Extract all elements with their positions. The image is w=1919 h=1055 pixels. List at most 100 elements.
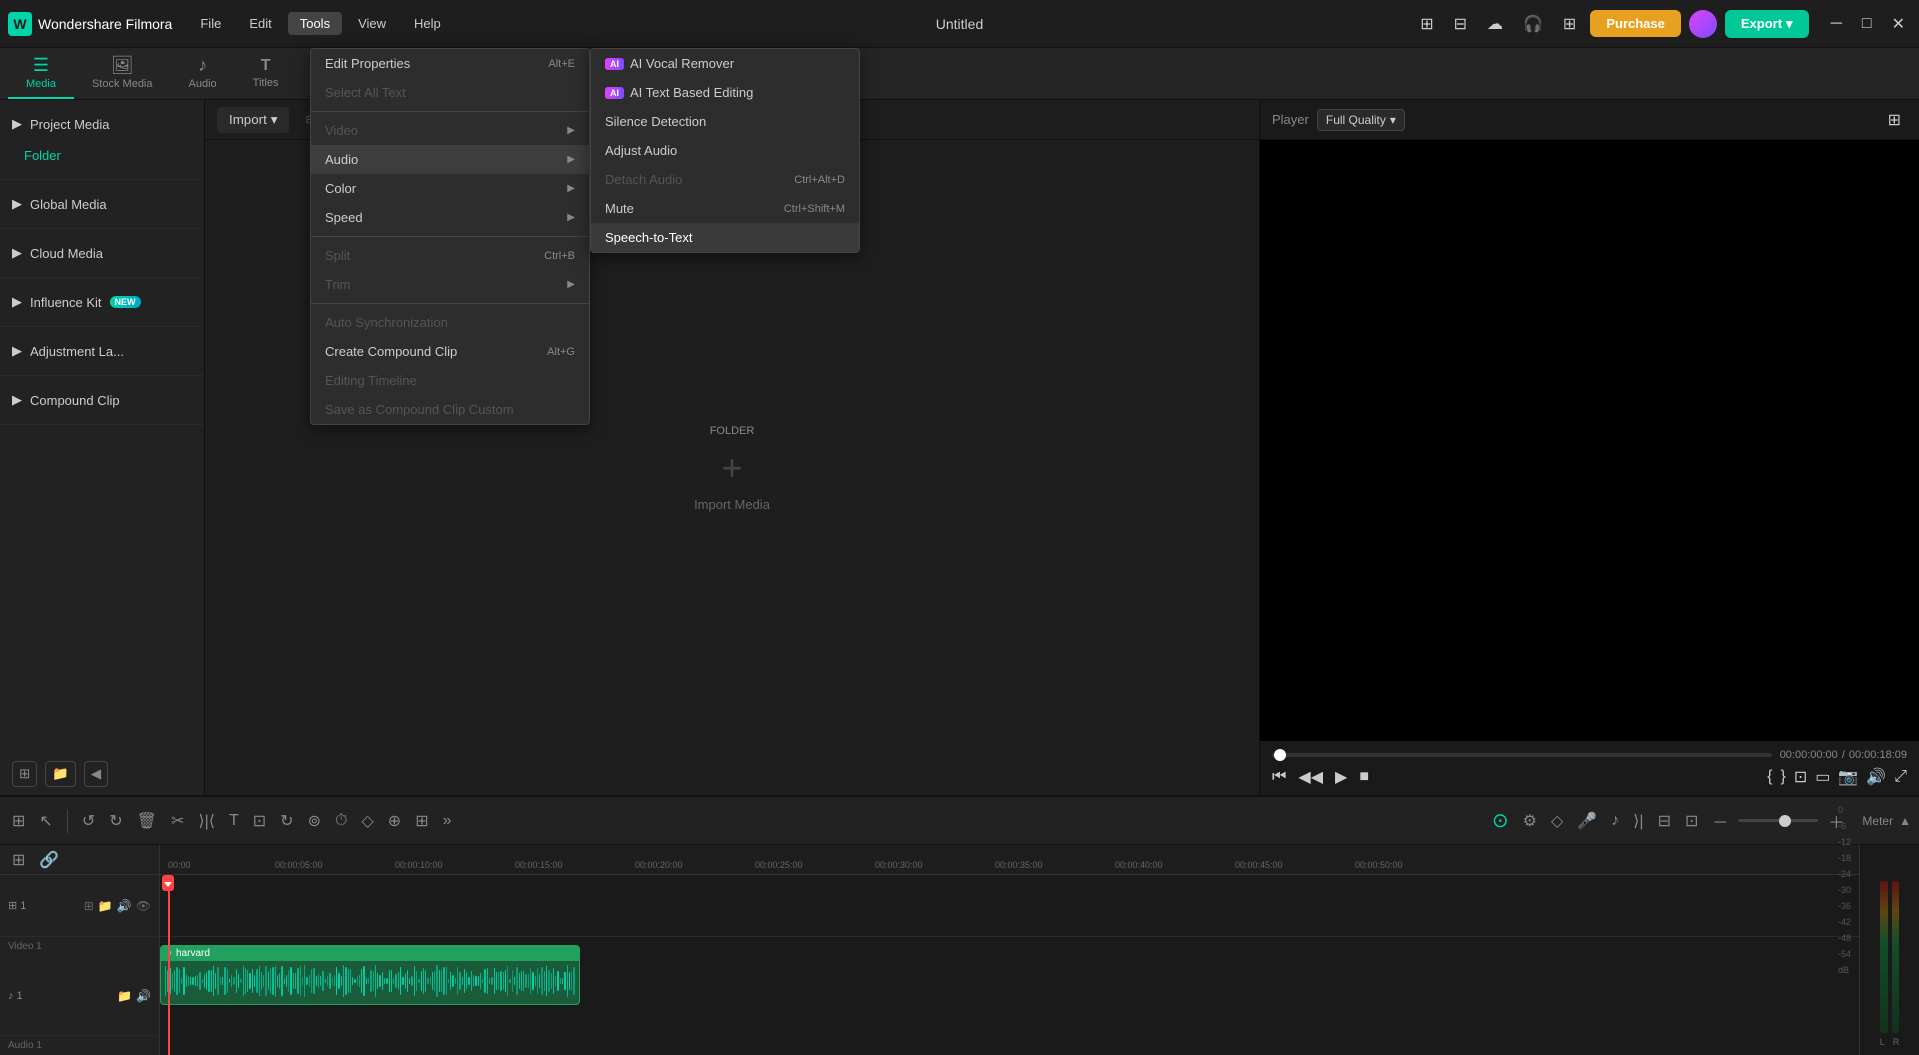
- video-track-folder-icon[interactable]: 📁: [98, 899, 113, 913]
- audio-clip-harvard[interactable]: ♪ harvard: [160, 945, 580, 1005]
- close-button[interactable]: ✕: [1886, 12, 1911, 36]
- menu-file[interactable]: File: [188, 12, 233, 35]
- timeline-crop-button[interactable]: ⊡: [249, 807, 270, 835]
- timeline-add-track-button[interactable]: ⊞: [8, 807, 29, 835]
- timeline-select-button[interactable]: ↖: [35, 807, 56, 835]
- sidebar-item-influence-kit[interactable]: ▶ Influence Kit NEW: [0, 286, 204, 318]
- menu-item-speed[interactable]: Speed ▶: [311, 203, 589, 232]
- purchase-button[interactable]: Purchase: [1590, 10, 1681, 37]
- sidebar-item-folder[interactable]: Folder: [0, 140, 204, 171]
- player-crop-button[interactable]: ⊡: [1794, 767, 1807, 787]
- menu-item-create-compound-clip[interactable]: Create Compound Clip Alt+G: [311, 337, 589, 366]
- toolbar-icon-2[interactable]: ⊟: [1448, 12, 1473, 36]
- toolbar-icon-4[interactable]: 🎧: [1517, 12, 1549, 36]
- sidebar-item-cloud-media[interactable]: ▶ Cloud Media: [0, 237, 204, 269]
- timeline-undo-button[interactable]: ↺: [78, 807, 99, 835]
- timeline-split-clip-button[interactable]: ⟩|: [1629, 807, 1647, 835]
- menu-item-edit-properties[interactable]: Edit Properties Alt+E: [311, 49, 589, 78]
- menu-item-ai-vocal-remover[interactable]: AI AI Vocal Remover: [591, 49, 859, 78]
- scrubber-handle[interactable]: [1274, 749, 1286, 761]
- playhead[interactable]: [168, 875, 170, 1055]
- menu-item-video[interactable]: Video ▶: [311, 116, 589, 145]
- panel-folder-button[interactable]: 📁: [45, 761, 76, 787]
- timeline-cut-button[interactable]: ✂: [167, 807, 188, 835]
- menu-item-ai-text-editing[interactable]: AI AI Text Based Editing: [591, 78, 859, 107]
- toolbar-icon-1[interactable]: ⊞: [1414, 12, 1439, 36]
- timeline-link-button[interactable]: ⊚: [304, 807, 325, 835]
- timeline-color-button[interactable]: ⊕: [384, 807, 405, 835]
- tab-stock-media[interactable]: 🖼 Stock Media: [74, 48, 171, 99]
- tab-titles[interactable]: T Titles: [235, 48, 297, 99]
- timeline-delete-button[interactable]: 🗑: [133, 807, 161, 835]
- sidebar-item-adjustment-layer[interactable]: ▶ Adjustment La...: [0, 335, 204, 367]
- player-resolution-button[interactable]: ▭: [1815, 767, 1830, 787]
- link-tracks-button[interactable]: 🔗: [35, 846, 63, 874]
- toolbar-icon-5[interactable]: ⊞: [1557, 12, 1582, 36]
- waveform-bar: [512, 970, 513, 991]
- menu-edit[interactable]: Edit: [237, 12, 283, 35]
- menu-item-detach-audio: Detach Audio Ctrl+Alt+D: [591, 165, 859, 194]
- timeline-keyframe-button[interactable]: ⊡: [1681, 807, 1702, 835]
- menu-item-speech-to-text[interactable]: Speech-to-Text: [591, 223, 859, 252]
- player-fullscreen-button[interactable]: ⤢: [1894, 767, 1907, 787]
- player-quality-selector[interactable]: Full Quality ▾: [1317, 109, 1405, 131]
- sidebar-item-compound-clip[interactable]: ▶ Compound Clip: [0, 384, 204, 416]
- timeline-audio-button[interactable]: ♪: [1607, 808, 1623, 834]
- tab-media[interactable]: ☰ Media: [8, 48, 74, 99]
- timeline-more-button[interactable]: »: [439, 808, 456, 834]
- timeline-timer-button[interactable]: ⏱: [331, 808, 351, 834]
- timeline-rotate-button[interactable]: ↻: [276, 807, 297, 835]
- sidebar-item-global-media[interactable]: ▶ Global Media: [0, 188, 204, 220]
- sidebar-item-project-media[interactable]: ▶ Project Media: [0, 108, 204, 140]
- video-track-add-icon[interactable]: ⊞: [84, 899, 94, 913]
- player-expand-button[interactable]: ⊞: [1882, 108, 1907, 132]
- timeline-effects-button[interactable]: ⊞: [411, 807, 432, 835]
- menu-item-adjust-audio[interactable]: Adjust Audio: [591, 136, 859, 165]
- minimize-button[interactable]: ─: [1825, 12, 1848, 36]
- panel-section-influence: ▶ Influence Kit NEW: [0, 278, 204, 327]
- timeline-redo-button[interactable]: ↻: [105, 807, 126, 835]
- audio-track-volume-icon[interactable]: 🔊: [136, 989, 151, 1003]
- panel-new-folder-button[interactable]: ⊞: [12, 761, 37, 787]
- menu-item-mute[interactable]: Mute Ctrl+Shift+M: [591, 194, 859, 223]
- timeline-text-button[interactable]: T: [225, 808, 243, 834]
- panel-collapse-button[interactable]: ◀: [84, 761, 108, 787]
- menu-item-silence-detection[interactable]: Silence Detection: [591, 107, 859, 136]
- toolbar-icon-3[interactable]: ☁: [1481, 12, 1509, 36]
- timeline-pip-button[interactable]: ⊟: [1654, 807, 1675, 835]
- waveform-bar: [329, 973, 330, 988]
- player-out-mark-button[interactable]: }: [1780, 767, 1785, 787]
- user-avatar[interactable]: [1689, 10, 1717, 38]
- timeline-mic-button[interactable]: 🎤: [1573, 807, 1601, 835]
- timeline-split-audio-button[interactable]: ⟩|⟨: [194, 807, 219, 835]
- waveform-bar: [573, 967, 574, 996]
- maximize-button[interactable]: □: [1856, 12, 1878, 36]
- video-track-eye-icon[interactable]: 👁: [136, 899, 151, 913]
- video-track-volume-icon[interactable]: 🔊: [117, 899, 132, 913]
- export-button[interactable]: Export ▾: [1725, 10, 1809, 38]
- timeline-zoom-out-button[interactable]: －: [1708, 805, 1732, 837]
- player-volume-button[interactable]: 🔊: [1866, 767, 1886, 787]
- player-stop-button[interactable]: ■: [1359, 768, 1369, 786]
- timeline-record-button[interactable]: ⊙: [1488, 804, 1513, 837]
- player-in-mark-button[interactable]: {: [1767, 767, 1772, 787]
- menu-item-color[interactable]: Color ▶: [311, 174, 589, 203]
- menu-help[interactable]: Help: [402, 12, 453, 35]
- audio-track-folder-icon[interactable]: 📁: [117, 989, 132, 1003]
- player-skip-back-button[interactable]: ⏮: [1272, 768, 1286, 786]
- player-snapshot-button[interactable]: 📷: [1838, 767, 1858, 787]
- tab-audio[interactable]: ♪ Audio: [171, 48, 235, 99]
- menu-item-audio[interactable]: Audio ▶: [311, 145, 589, 174]
- zoom-slider[interactable]: [1738, 819, 1818, 822]
- player-scrubber[interactable]: [1272, 753, 1772, 757]
- menu-view[interactable]: View: [346, 12, 398, 35]
- import-button[interactable]: Import ▾: [217, 107, 289, 133]
- player-play-button[interactable]: ▶: [1335, 767, 1347, 787]
- menu-tools[interactable]: Tools: [288, 12, 342, 35]
- influence-kit-label: Influence Kit: [30, 295, 102, 310]
- add-track-button[interactable]: ⊞: [8, 846, 29, 874]
- player-frame-back-button[interactable]: ◀◀: [1298, 767, 1323, 787]
- timeline-settings-button[interactable]: ⚙: [1519, 807, 1541, 835]
- timeline-mask-button[interactable]: ◇: [357, 807, 377, 835]
- timeline-shield-button[interactable]: ◇: [1547, 807, 1567, 835]
